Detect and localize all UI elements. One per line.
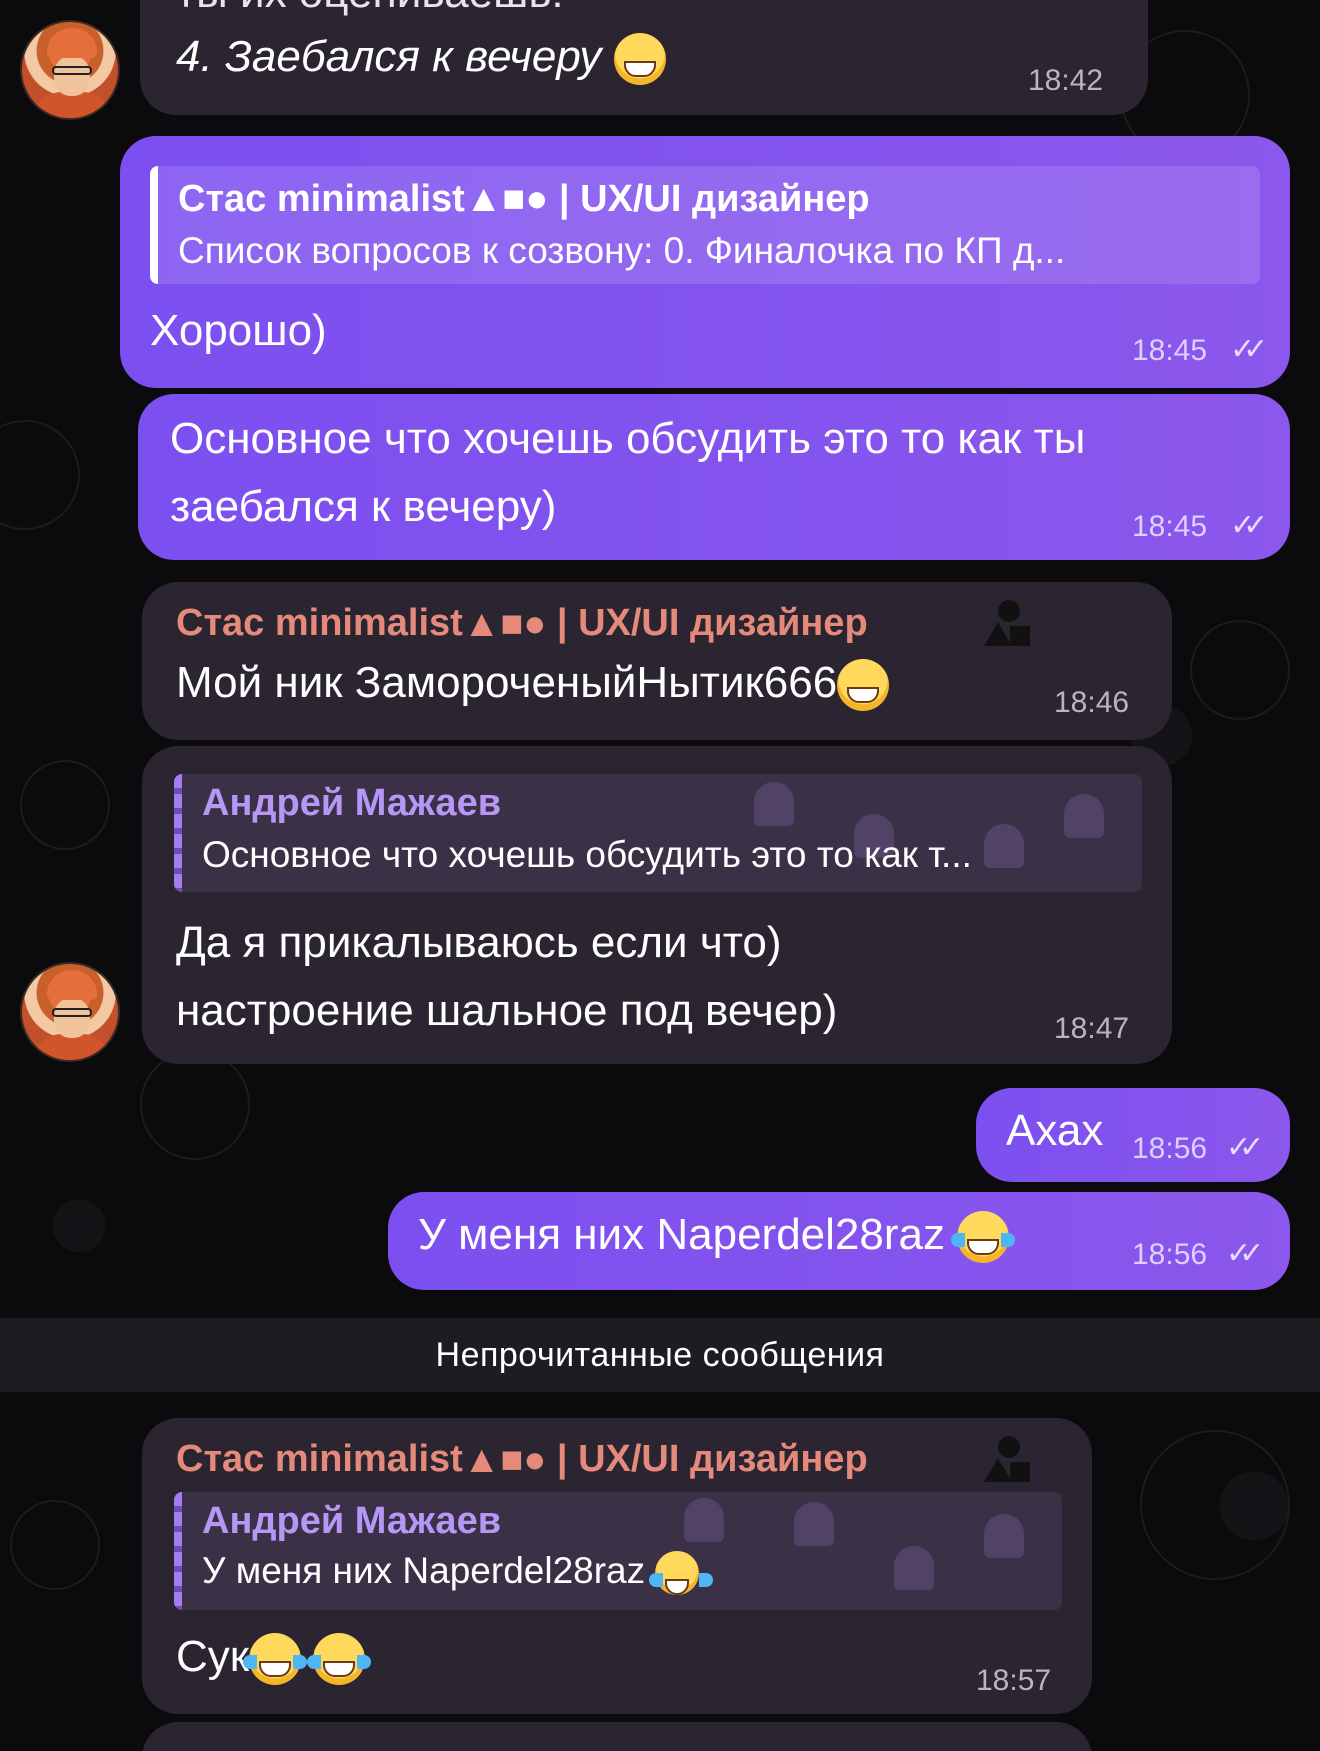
ghost-pattern-icon [684,1498,724,1542]
ghost-pattern-icon [894,1546,934,1590]
sender-name-text: Стас minimalist [176,602,463,644]
message-time: 18:45 [1132,334,1208,367]
avatar[interactable] [20,20,120,120]
reply-quote[interactable]: Андрей Мажаев У меня них Naperdel28raz [174,1492,1062,1610]
message-text-content: Сук [176,1632,250,1681]
sender-name-suffix: | UX/UI дизайнер [546,602,868,644]
quote-bar [150,166,158,284]
message-time: 18:46 [1054,686,1130,719]
quote-author: Стас minimalist▲■● | UX/UI дизайнер [178,178,870,220]
double-check-icon: ✓✓ [1226,1237,1264,1270]
avatar[interactable] [20,962,120,1062]
message-line: заебался к вечеру) [170,482,557,531]
message-text: Сук [176,1632,372,1686]
message-time: 18:42 [1028,64,1104,97]
shapes-badge-icon: ▲■● [462,1439,547,1482]
message-line: Основное что хочешь обсудить это то как … [170,414,1086,463]
incoming-message[interactable]: ты их оцениваешь: 4. Заебался к вечеру 1… [140,0,1148,115]
unread-divider: Непрочитанные сообщения [0,1318,1320,1392]
ghost-pattern-icon [794,1502,834,1546]
sender-name-suffix: | UX/UI дизайнер [546,1438,868,1480]
quote-bar [174,774,182,892]
sender-name-text: Стас minimalist [176,1438,463,1480]
reply-quote[interactable]: Андрей Мажаев Основное что хочешь обсуди… [174,774,1142,892]
outgoing-message[interactable]: Основное что хочешь обсудить это то как … [138,394,1290,560]
background-doodle [20,760,110,850]
message-text: 4. Заебался к вечеру [176,32,666,86]
tears-of-joy-emoji-icon [951,1211,1016,1264]
tears-of-joy-emoji-icon [307,1633,372,1686]
quote-text-content: У меня них Naperdel28raz [202,1550,646,1591]
outgoing-message[interactable]: Ахах 18:56 ✓✓ [976,1088,1290,1182]
message-time: 18:47 [1054,1012,1130,1045]
quote-text: У меня них Naperdel28raz [202,1550,714,1596]
tears-of-joy-emoji-icon [243,1633,308,1686]
ghost-pattern-icon [1064,794,1104,838]
sender-name[interactable]: Стас minimalist▲■● | UX/UI дизайнер [176,1438,868,1482]
quote-author: Андрей Мажаев [202,1500,502,1542]
ghost-pattern-icon [984,824,1024,868]
chat-view[interactable]: ты их оцениваешь: 4. Заебался к вечеру 1… [0,0,1320,1751]
message-text-content: У меня них Naperdel28raz [418,1210,945,1259]
quote-author: Андрей Мажаев [202,782,502,824]
message-line: Да я прикалываюсь если что) [176,918,782,967]
sender-name[interactable]: Стас minimalist▲■● | UX/UI дизайнер [176,602,868,646]
background-doodle [1140,1430,1290,1580]
background-doodle [1190,620,1290,720]
incoming-message[interactable]: Стас minimalist▲■● | UX/UI дизайнер Мой … [142,582,1172,740]
background-doodle [140,1050,250,1160]
outgoing-message[interactable]: Стас minimalist▲■● | UX/UI дизайнер Спис… [120,136,1290,388]
grinning-emoji-icon [837,659,890,712]
ghost-pattern-icon [754,782,794,826]
background-doodle [10,1500,100,1590]
message-text-content: 4. Заебался к вечеру [176,32,602,81]
background-doodle [0,420,80,530]
message-time: 18:56 [1132,1132,1208,1165]
grinning-emoji-icon [613,33,666,86]
reply-quote[interactable]: Стас minimalist▲■● | UX/UI дизайнер Спис… [150,166,1260,284]
triangle-badge-icon [980,1436,1030,1486]
quote-bar [174,1492,182,1610]
message-text-content: Мой ник ЗамороченыйНытик666 [176,658,838,707]
message-line: ты их оцениваешь: [176,0,564,18]
double-check-icon: ✓✓ [1226,1131,1264,1164]
message-line: настроение шальное под вечер) [176,986,838,1035]
outgoing-message[interactable]: У меня них Naperdel28raz 18:56 ✓✓ [388,1192,1290,1290]
quote-text: Список вопросов к созвону: 0. Финалочка … [178,230,1066,271]
incoming-message[interactable]: Стас minimalist▲■● | UX/UI дизайнер Андр… [142,1418,1092,1714]
message-text: Ахах [1006,1106,1104,1155]
message-time: 18:45 [1132,510,1208,543]
double-check-icon: ✓✓ [1230,333,1268,366]
ghost-pattern-icon [984,1514,1024,1558]
incoming-message[interactable]: Андрей Мажаев Основное что хочешь обсуди… [142,746,1172,1064]
message-text: Хорошо) [150,306,327,355]
triangle-badge-icon [980,600,1030,650]
tears-of-joy-emoji-icon [649,1551,714,1596]
incoming-message[interactable] [142,1722,1092,1751]
message-text: Мой ник ЗамороченыйНытик666 [176,658,890,712]
shapes-badge-icon: ▲■● [462,603,547,646]
quote-text: Основное что хочешь обсудить это то как … [202,834,972,875]
double-check-icon: ✓✓ [1230,509,1268,542]
unread-divider-label: Непрочитанные сообщения [435,1335,885,1374]
message-text: У меня них Naperdel28raz [418,1210,1016,1264]
message-time: 18:57 [976,1664,1052,1697]
message-time: 18:56 [1132,1238,1208,1271]
